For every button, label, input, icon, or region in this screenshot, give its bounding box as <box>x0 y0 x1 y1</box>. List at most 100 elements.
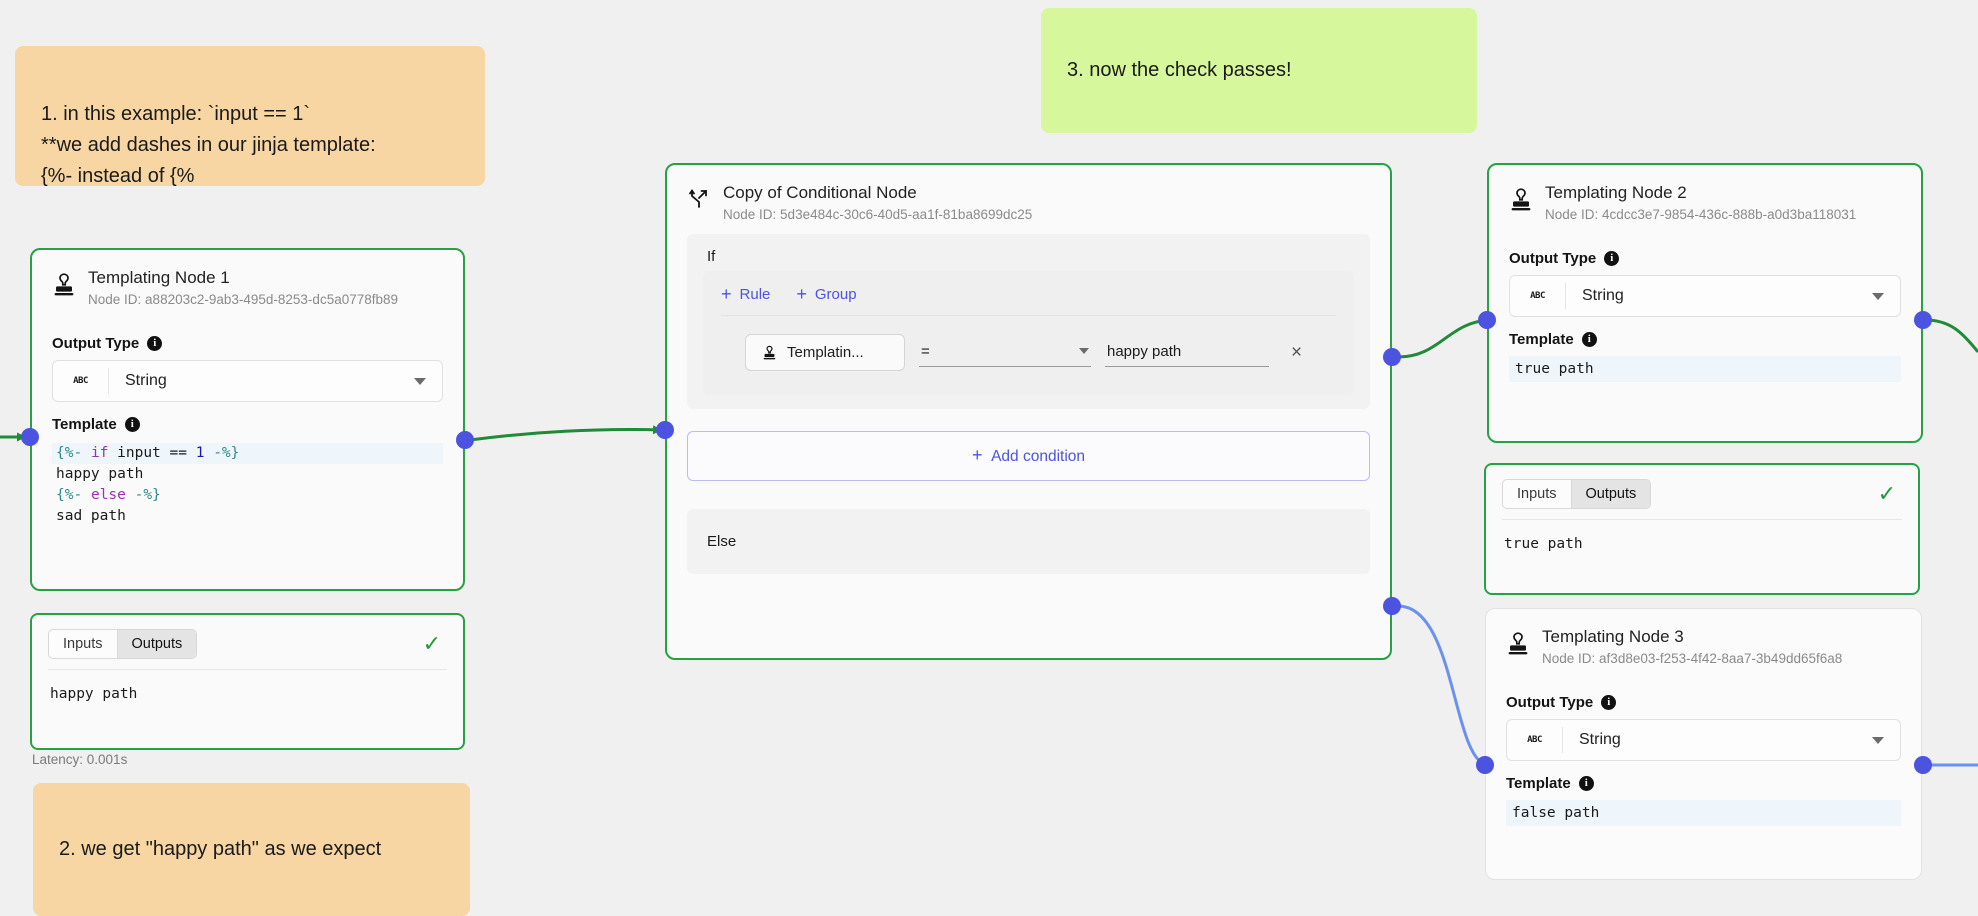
chevron-down-icon[interactable] <box>1079 348 1089 354</box>
node3-node-id-value: af3d8e03-f253-4f42-8aa7-3b49dd65f6a8 <box>1599 651 1843 666</box>
chevron-down-icon[interactable] <box>1872 736 1884 744</box>
add-condition-button[interactable]: + Add condition <box>687 431 1370 481</box>
stamp-icon <box>1506 631 1530 657</box>
node2-template-editor[interactable]: true path <box>1509 356 1901 382</box>
node3-type-badge: ABC <box>1527 735 1542 745</box>
stamp-icon <box>763 345 776 359</box>
port-node2-output[interactable] <box>1914 311 1932 329</box>
rule-value-text: happy path <box>1107 342 1182 360</box>
node3-template-editor[interactable]: false path <box>1506 800 1901 826</box>
chevron-down-icon[interactable] <box>414 377 426 385</box>
node1-template-editor[interactable]: {%- if input == 1 -%} happy path {%- els… <box>52 441 443 527</box>
node3-title: Templating Node 3 <box>1542 627 1684 646</box>
info-icon[interactable]: i <box>1578 776 1594 791</box>
node1-output-type-value: String <box>125 372 167 389</box>
node1-header: Templating Node 1 Node ID: a88203c2-9ab3… <box>32 250 463 311</box>
node-templating-node-2[interactable]: Templating Node 2 Node ID: 4cdcc3e7-9854… <box>1487 163 1923 443</box>
rule-source-selector[interactable]: Templatin... <box>745 334 905 371</box>
add-condition-label: Add condition <box>991 448 1086 465</box>
node2-output-value: true path <box>1504 536 1583 552</box>
node3-output-type-select[interactable]: ABC String <box>1506 719 1901 761</box>
node1-output-type-label-row: Output Type i <box>52 335 443 352</box>
edge-conditional-to-node2 <box>1397 315 1492 359</box>
edge-conditional-to-node3 <box>1397 604 1488 768</box>
node1-node-id-value: a88203c2-9ab3-495d-8253-dc5a0778fb89 <box>145 292 399 307</box>
node2-body: Output Type i ABC String Template i true… <box>1489 226 1921 402</box>
info-icon[interactable]: i <box>1581 332 1597 347</box>
abc-icon: ABC <box>1510 283 1566 309</box>
node2-type-badge: ABC <box>1530 291 1545 301</box>
port-node3-input[interactable] <box>1476 756 1494 774</box>
info-icon[interactable]: i <box>1604 251 1620 266</box>
success-check-icon: ✓ <box>1877 481 1896 506</box>
rule-operator-select[interactable]: = <box>919 339 1091 367</box>
note-1-text: 1. in this example: `input == 1` **we ad… <box>41 103 376 187</box>
conditional-node-id-value: 5d3e484c-30c6-40d5-aa1f-81ba8699dc25 <box>780 207 1033 222</box>
remove-rule-button[interactable]: × <box>1291 342 1302 364</box>
rule-actions: + Rule + Group <box>703 271 1354 315</box>
node2-title-group: Templating Node 2 Node ID: 4cdcc3e7-9854… <box>1545 183 1856 222</box>
code-line: {%- else -%} <box>56 487 161 503</box>
workflow-canvas[interactable]: 1. in this example: `input == 1` **we ad… <box>0 0 1978 916</box>
conditional-title: Copy of Conditional Node <box>723 183 917 202</box>
node1-io-tabs[interactable]: Inputs Outputs <box>48 629 198 659</box>
port-conditional-input[interactable] <box>656 421 674 439</box>
node3-template-label: Template <box>1506 775 1571 792</box>
annotation-note-2: 2. we get "happy path" as we expect <box>33 783 470 916</box>
edge-node1-to-conditional <box>469 425 662 442</box>
node1-output-type-select[interactable]: ABC String <box>52 360 443 402</box>
port-node1-output[interactable] <box>456 431 474 449</box>
node1-type-badge: ABC <box>73 376 88 386</box>
add-group-button[interactable]: + Group <box>796 285 856 303</box>
node1-output-type-label: Output Type <box>52 335 140 352</box>
code-line: sad path <box>56 508 126 524</box>
node3-output-type-value: String <box>1579 731 1621 748</box>
node-copy-of-conditional-node[interactable]: Copy of Conditional Node Node ID: 5d3e48… <box>665 163 1392 660</box>
rule-row: Templatin... = happy path × <box>703 316 1354 395</box>
stamp-icon <box>52 272 76 298</box>
node2-output-type-select[interactable]: ABC String <box>1509 275 1901 317</box>
node1-node-id: Node ID: a88203c2-9ab3-495d-8253-dc5a077… <box>88 292 398 307</box>
success-check-icon: ✓ <box>422 631 441 656</box>
node3-template-label-row: Template i <box>1506 775 1901 792</box>
port-conditional-true-output[interactable] <box>1383 348 1401 366</box>
node2-node-id-label: Node ID: <box>1545 207 1599 222</box>
node-templating-node-3[interactable]: Templating Node 3 Node ID: af3d8e03-f253… <box>1485 608 1922 880</box>
node1-body: Output Type i ABC String Template i {%- … <box>32 311 463 547</box>
add-rule-button[interactable]: + Rule <box>721 285 770 303</box>
port-node1-input[interactable] <box>21 428 39 446</box>
abc-icon: ABC <box>53 368 109 394</box>
node2-template-label-row: Template i <box>1509 331 1901 348</box>
node2-output-type-label: Output Type <box>1509 250 1597 267</box>
node2-output-type-label-row: Output Type i <box>1509 250 1901 267</box>
port-conditional-else-output[interactable] <box>1383 597 1401 615</box>
add-rule-label: Rule <box>739 285 771 303</box>
port-node3-output[interactable] <box>1914 756 1932 774</box>
node2-template-label: Template <box>1509 331 1574 348</box>
conditional-body: If + Rule + Group Templatin... = happy p… <box>667 226 1390 409</box>
conditional-node-id: Node ID: 5d3e484c-30c6-40d5-aa1f-81ba869… <box>723 207 1032 222</box>
node3-node-id-label: Node ID: <box>1542 651 1596 666</box>
tab-outputs[interactable]: Outputs <box>116 630 197 658</box>
port-node2-input[interactable] <box>1478 311 1496 329</box>
note-3-text: 3. now the check passes! <box>1067 59 1292 81</box>
node2-io-tabs[interactable]: Inputs Outputs <box>1502 479 1652 509</box>
chevron-down-icon[interactable] <box>1872 292 1884 300</box>
node3-header: Templating Node 3 Node ID: af3d8e03-f253… <box>1486 609 1921 670</box>
tab-inputs[interactable]: Inputs <box>49 630 116 658</box>
rule-value-input[interactable]: happy path <box>1105 339 1269 367</box>
tab-outputs[interactable]: Outputs <box>1570 480 1651 508</box>
tab-inputs[interactable]: Inputs <box>1503 480 1570 508</box>
info-icon[interactable]: i <box>124 417 140 432</box>
rule-operator-value: = <box>921 342 930 360</box>
edge-node2-outgoing <box>1924 318 1978 353</box>
node3-title-group: Templating Node 3 Node ID: af3d8e03-f253… <box>1542 627 1842 666</box>
info-icon[interactable]: i <box>1601 695 1617 710</box>
node1-result-panel[interactable]: Inputs Outputs ✓ happy path <box>30 613 465 750</box>
node-templating-node-1[interactable]: Templating Node 1 Node ID: a88203c2-9ab3… <box>30 248 465 591</box>
node2-result-panel[interactable]: Inputs Outputs ✓ true path <box>1484 463 1920 595</box>
node2-node-id: Node ID: 4cdcc3e7-9854-436c-888b-a0d3ba1… <box>1545 207 1856 222</box>
annotation-note-1: 1. in this example: `input == 1` **we ad… <box>15 46 485 187</box>
info-icon[interactable]: i <box>147 336 163 351</box>
